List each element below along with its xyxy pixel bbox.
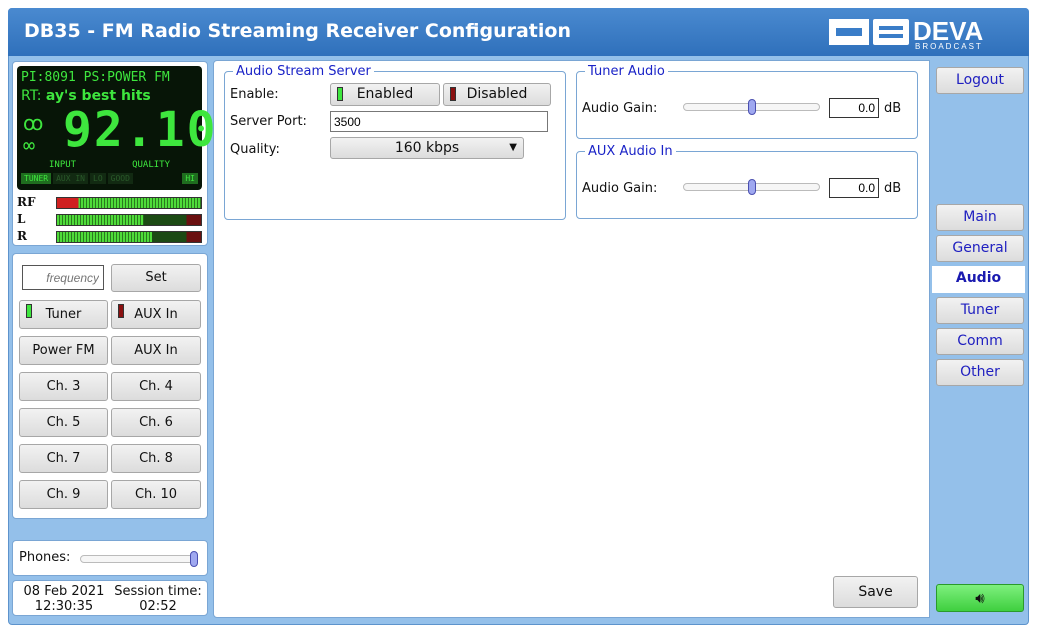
save-button[interactable]: Save xyxy=(833,576,918,608)
header: DB35 - FM Radio Streaming Receiver Confi… xyxy=(8,8,1029,56)
tuner-gain-thumb[interactable] xyxy=(748,99,756,115)
enable-label: Enable: xyxy=(230,87,279,102)
aux-gain-thumb[interactable] xyxy=(748,179,756,195)
enabled-led xyxy=(337,87,343,101)
quality-label: QUALITY xyxy=(132,160,170,170)
r-label: R xyxy=(17,229,27,243)
server-port-label: Server Port: xyxy=(230,114,307,129)
phones-panel: Phones: xyxy=(12,540,208,576)
rf-meter xyxy=(56,197,202,209)
audio-stream-server-legend: Audio Stream Server xyxy=(236,64,371,79)
date: 08 Feb 2021 xyxy=(23,584,105,599)
quality-hi: HI xyxy=(182,173,198,184)
ps-value: POWER FM xyxy=(107,70,170,85)
ps-label: PS: xyxy=(83,70,108,85)
svg-text:BROADCAST: BROADCAST xyxy=(915,42,983,50)
aux-gain-input[interactable] xyxy=(829,178,879,198)
aux-gain-label: Audio Gain: xyxy=(582,181,658,196)
tab-comm[interactable]: Comm xyxy=(936,328,1024,355)
aux-gain-slider[interactable] xyxy=(683,179,820,195)
preset-button[interactable]: Ch. 8 xyxy=(111,444,201,473)
preset-button[interactable]: Ch. 10 xyxy=(111,480,201,509)
enabled-label: Enabled xyxy=(356,86,414,102)
deva-logo: DEVA BROADCAST xyxy=(829,16,984,50)
chevron-down-icon: ▼ xyxy=(509,142,517,153)
tuner-button[interactable]: Tuner xyxy=(19,300,108,329)
logout-button[interactable]: Logout xyxy=(936,67,1024,94)
tab-tuner[interactable]: Tuner xyxy=(936,297,1024,324)
preset-button[interactable]: Ch. 4 xyxy=(111,372,201,401)
tuner-audio-legend: Tuner Audio xyxy=(588,64,665,79)
pi-label: PI: xyxy=(21,70,45,85)
tuner-gain-label: Audio Gain: xyxy=(582,101,658,116)
phones-label: Phones: xyxy=(19,550,71,565)
preset-button[interactable]: Ch. 3 xyxy=(19,372,108,401)
tab-other[interactable]: Other xyxy=(936,359,1024,386)
tuner-led xyxy=(26,304,32,318)
phones-slider-thumb[interactable] xyxy=(190,551,198,567)
frequency-readout: 92.10 xyxy=(63,102,218,158)
stereo-icon: ꝏ ∞ xyxy=(23,111,44,157)
rf-label: RF xyxy=(17,195,36,209)
display-panel: PI:8091 PS:POWER FM RT: ay's best hits ꝏ… xyxy=(12,61,216,246)
aux-gain-unit: dB xyxy=(884,181,902,196)
tuner-label: Tuner xyxy=(45,307,82,322)
r-meter xyxy=(56,231,202,243)
disabled-button[interactable]: Disabled xyxy=(443,83,551,106)
status-panel: 08 Feb 2021 12:30:35 Session time: 02:52 xyxy=(12,580,208,616)
input-aux: AUX IN xyxy=(53,173,88,184)
input-label: INPUT xyxy=(48,160,77,170)
preset-button[interactable]: AUX In xyxy=(111,336,201,365)
quality-label: Quality: xyxy=(230,142,280,157)
disabled-led xyxy=(450,87,456,101)
tab-audio[interactable]: Audio xyxy=(932,266,1025,293)
server-port-input[interactable] xyxy=(330,111,548,132)
quality-value: 160 kbps xyxy=(394,140,460,156)
session-label: Session time: xyxy=(114,584,202,599)
tuner-gain-slider[interactable] xyxy=(683,99,820,115)
tab-general[interactable]: General xyxy=(936,235,1024,262)
l-label: L xyxy=(17,212,26,226)
tuner-gain-unit: dB xyxy=(884,101,902,116)
preset-button[interactable]: Power FM xyxy=(19,336,108,365)
phones-slider[interactable] xyxy=(80,551,198,567)
speaker-button[interactable]: 🔊︎ xyxy=(936,584,1024,612)
aux-audio-legend: AUX Audio In xyxy=(588,144,673,159)
preset-button[interactable]: Ch. 6 xyxy=(111,408,201,437)
quality-good: GOOD xyxy=(107,173,133,184)
controls-panel: Set Tuner AUX In Power FMAUX InCh. 3Ch. … xyxy=(12,253,208,519)
page-title: DB35 - FM Radio Streaming Receiver Confi… xyxy=(24,20,571,42)
lcd-display: PI:8091 PS:POWER FM RT: ay's best hits ꝏ… xyxy=(17,66,216,190)
tuner-gain-input[interactable] xyxy=(829,98,879,118)
quality-lo: LO xyxy=(90,173,106,184)
session-time: 02:52 xyxy=(139,599,177,614)
speaker-icon: 🔊︎ xyxy=(975,589,985,607)
aux-in-button[interactable]: AUX In xyxy=(111,300,201,329)
set-button[interactable]: Set xyxy=(111,264,201,292)
aux-led xyxy=(118,304,124,318)
tab-main[interactable]: Main xyxy=(936,204,1024,231)
l-meter xyxy=(56,214,202,226)
aux-label: AUX In xyxy=(134,307,178,322)
clock: 12:30:35 xyxy=(34,599,94,614)
frequency-input[interactable] xyxy=(22,265,104,290)
enabled-button[interactable]: Enabled xyxy=(330,83,440,106)
pi-value: 8091 xyxy=(44,70,76,85)
preset-button[interactable]: Ch. 9 xyxy=(19,480,108,509)
preset-button[interactable]: Ch. 5 xyxy=(19,408,108,437)
disabled-label: Disabled xyxy=(466,86,528,102)
preset-button[interactable]: Ch. 7 xyxy=(19,444,108,473)
input-tuner: TUNER xyxy=(21,173,52,184)
quality-select[interactable]: 160 kbps ▼ xyxy=(330,137,524,159)
rt-label: RT: xyxy=(21,88,42,104)
